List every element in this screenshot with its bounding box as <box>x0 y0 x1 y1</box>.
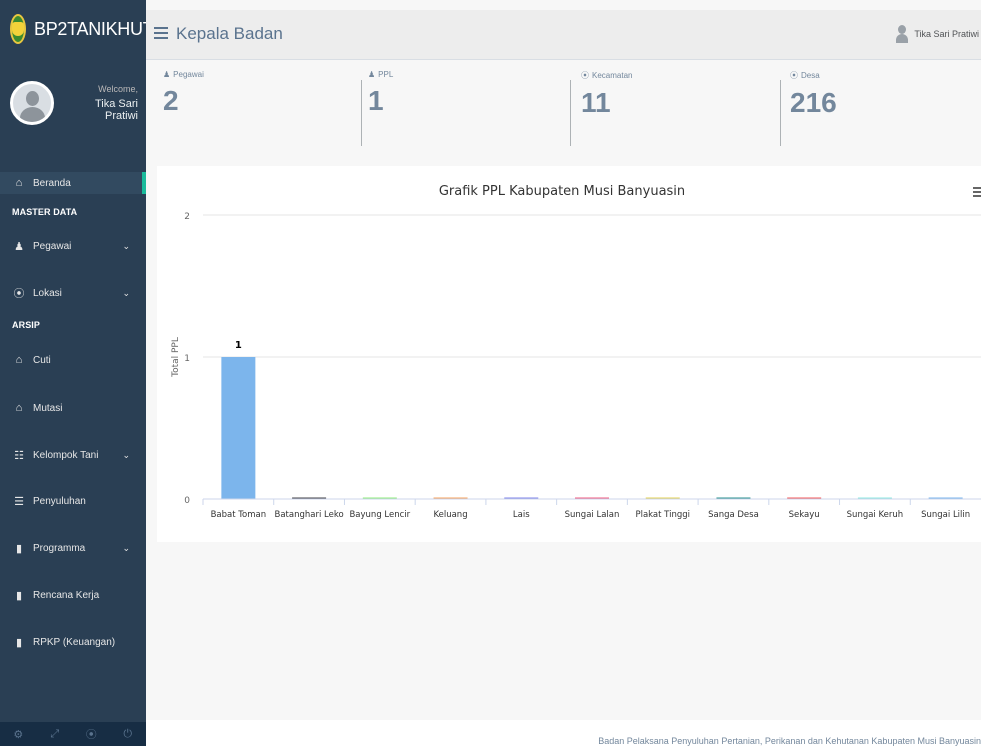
user-menu[interactable]: Tika Sari Pratiwi <box>896 25 979 43</box>
y-axis-title: Total PPL <box>171 337 181 378</box>
x-tick-label: Babat Toman <box>211 510 267 520</box>
stat-label: PPL <box>378 70 394 79</box>
sidebar-item-kelompok-tani[interactable]: ☷ Kelompok Tani ⌄ <box>0 444 146 466</box>
chevron-down-icon: ⌄ <box>122 449 130 460</box>
chevron-down-icon: ⌄ <box>122 240 130 251</box>
avatar <box>10 81 54 125</box>
file-icon: ▮ <box>15 542 23 555</box>
y-tick-label: 2 <box>184 212 190 222</box>
list-icon: ☰ <box>14 495 24 508</box>
brand-name: BP2TANIKHUT <box>34 18 154 39</box>
chart-panel: Grafik PPL Kabupaten Musi Banyuasin 0 1 2 To… <box>157 166 981 542</box>
compass-icon: ⦿ <box>581 71 589 80</box>
bar-babat-toman <box>221 357 256 499</box>
stat-divider <box>570 80 571 146</box>
user-icon: ♟ <box>163 70 171 79</box>
user-icon: ♟ <box>368 70 376 79</box>
home-icon: ⌂ <box>15 354 23 366</box>
user-icon: ♟ <box>14 240 24 253</box>
sitemap-icon: ☷ <box>14 449 24 462</box>
x-tick-label: Batanghari Leko <box>275 510 344 520</box>
stat-label: Kecamatan <box>592 71 633 80</box>
compass-icon: ⦿ <box>790 71 798 80</box>
x-tick-label: Sungai Lilin <box>921 510 970 520</box>
stat-ppl: ♟ PPL 1 <box>368 70 393 148</box>
file-icon: ▮ <box>15 636 23 649</box>
y-tick-label: 1 <box>184 354 190 364</box>
sidebar-item-label: RPKP (Keuangan) <box>33 636 116 648</box>
sidebar-item-label: Programma <box>33 542 86 554</box>
stat-divider <box>780 80 781 146</box>
sidebar-item-cuti[interactable]: ⌂ Cuti <box>0 349 146 371</box>
ppl-bar-chart: Grafik PPL Kabupaten Musi Banyuasin 0 1 2 To… <box>171 184 981 520</box>
x-tick-label: Keluang <box>433 510 467 520</box>
stat-label: Desa <box>801 71 820 80</box>
x-tick-label: Lais <box>513 510 530 520</box>
menu-toggle-icon[interactable] <box>154 27 168 39</box>
user-menu-name: Tika Sari Pratiwi <box>914 29 979 39</box>
sidebar-item-label: Lokasi <box>33 287 62 299</box>
stat-value: 2 <box>163 85 179 116</box>
chevron-down-icon: ⌄ <box>122 542 130 553</box>
sidebar-item-penyuluhan[interactable]: ☰ Penyuluhan <box>0 490 146 512</box>
page-title: Kepala Badan <box>176 24 283 43</box>
x-tick-label: Sekayu <box>789 510 820 520</box>
page-footer: Badan Pelaksana Penyuluhan Pertanian, Pe… <box>146 720 981 746</box>
data-label: 1 <box>235 340 242 351</box>
chevron-down-icon: ⌄ <box>122 287 130 298</box>
section-arsip: ARSIP <box>12 320 41 330</box>
profile-name: Tika Sari Pratiwi <box>95 98 138 122</box>
sidebar-item-label: Pegawai <box>33 240 72 252</box>
sidebar-item-label: Kelompok Tani <box>33 449 99 461</box>
sidebar: BP2TANIKHUT Welcome, Tika Sari Pratiwi ⌂… <box>0 0 154 746</box>
stat-label: Pegawai <box>173 70 204 79</box>
x-tick-label: Sanga Desa <box>708 510 759 520</box>
sidebar-item-beranda[interactable]: ⌂ Beranda <box>0 172 146 194</box>
chart-title: Grafik PPL Kabupaten Musi Banyuasin <box>439 184 685 199</box>
fullscreen-icon[interactable]: ⤢ <box>37 722 74 746</box>
footer-text: Badan Pelaksana Penyuluhan Pertanian, Pe… <box>598 736 981 746</box>
sidebar-item-rencana-kerja[interactable]: ▮ Rencana Kerja <box>0 584 146 606</box>
x-tick-label: Bayung Lencir <box>349 510 410 520</box>
x-tick-label: Plakat Tinggi <box>635 510 690 520</box>
file-icon: ▮ <box>15 589 23 602</box>
compass-icon: ⦿ <box>13 288 25 300</box>
stat-pegawai: ♟ Pegawai 2 <box>163 70 204 148</box>
brand[interactable]: BP2TANIKHUT <box>0 0 154 58</box>
y-tick-label: 0 <box>184 496 190 506</box>
chart-menu-icon[interactable] <box>973 187 981 197</box>
sidebar-footer: ⚙ ⤢ ⦿ ⏻ <box>0 722 146 746</box>
welcome-text: Welcome, <box>98 84 138 94</box>
sidebar-item-label: Mutasi <box>33 402 63 414</box>
sidebar-item-lokasi[interactable]: ⦿ Lokasi ⌄ <box>0 282 146 304</box>
x-tick-label: Sungai Keruh <box>847 510 904 520</box>
sidebar-item-label: Penyuluhan <box>33 495 86 507</box>
stat-desa: ⦿ Desa 216 <box>790 70 837 148</box>
logout-icon[interactable]: ⏻ <box>110 722 147 746</box>
x-tick-label: Sungai Lalan <box>565 510 620 520</box>
home-icon: ⌂ <box>15 177 23 189</box>
top-nav: Kepala Badan Tika Sari Pratiwi <box>146 10 981 60</box>
sidebar-item-pegawai[interactable]: ♟ Pegawai ⌄ <box>0 235 146 257</box>
sidebar-item-rpkp[interactable]: ▮ RPKP (Keuangan) <box>0 631 146 653</box>
sidebar-item-label: Cuti <box>33 354 51 366</box>
home-icon: ⌂ <box>15 402 23 414</box>
profile: Welcome, Tika Sari Pratiwi <box>10 72 140 134</box>
settings-icon[interactable]: ⚙ <box>0 722 37 746</box>
sidebar-item-label: Rencana Kerja <box>33 589 100 601</box>
stat-value: 11 <box>581 87 611 118</box>
stat-value: 216 <box>790 87 837 118</box>
section-master-data: MASTER DATA <box>12 207 78 217</box>
sidebar-item-programma[interactable]: ▮ Programma ⌄ <box>0 537 146 559</box>
stat-divider <box>361 80 362 146</box>
lock-icon[interactable]: ⦿ <box>73 722 110 746</box>
kabupaten-emblem-icon <box>10 14 26 44</box>
sidebar-item-label: Beranda <box>33 177 71 189</box>
user-avatar-icon <box>896 25 909 43</box>
stat-kecamatan: ⦿ Kecamatan 11 <box>581 70 632 148</box>
stat-value: 1 <box>368 85 384 116</box>
sidebar-item-mutasi[interactable]: ⌂ Mutasi <box>0 397 146 419</box>
